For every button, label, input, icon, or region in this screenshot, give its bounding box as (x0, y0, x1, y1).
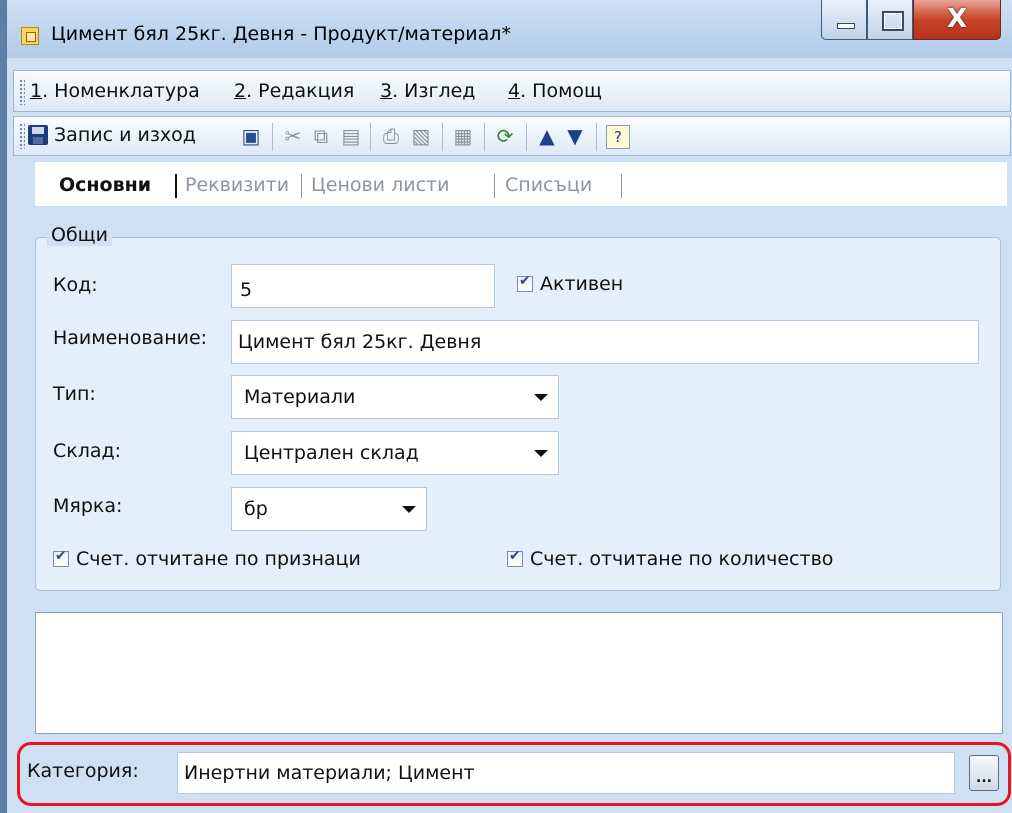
help-icon[interactable]: ? (606, 125, 630, 149)
type-dropdown[interactable]: Материали (231, 375, 559, 419)
menu-edit[interactable]: 2. Редакция (234, 80, 354, 102)
save-and-exit-label: Запис и изход (54, 124, 196, 146)
chevron-down-icon (402, 506, 416, 513)
arrow-up-icon[interactable]: ▲ (536, 125, 558, 147)
tab-main[interactable]: Основни (59, 174, 151, 196)
unit-label: Мярка: (53, 495, 123, 517)
minimize-icon (837, 23, 855, 29)
toolbar-separator (526, 123, 527, 151)
cut-icon[interactable]: ✂ (282, 125, 304, 147)
category-field[interactable]: Инертни материали; Цимент (177, 752, 955, 794)
app-icon (21, 27, 39, 45)
close-button[interactable]: X (913, 0, 1001, 40)
tab-lists[interactable]: Списъци (505, 174, 592, 196)
menu-bar: 1. Номенклатура 2. Редакция 3. Изглед 4.… (13, 70, 1011, 112)
save-icon (28, 125, 48, 145)
toolbar-separator (596, 123, 597, 151)
checkbox-icon (507, 548, 523, 567)
save-icon[interactable]: ▣ (240, 125, 262, 147)
tab-separator (621, 174, 622, 198)
save-and-exit-button[interactable]: Запис и изход (28, 124, 196, 146)
caption-buttons: X (821, 0, 1001, 42)
window-title: Цимент бял 25кг. Девня - Продукт/материа… (51, 23, 511, 45)
title-bar[interactable]: Цимент бял 25кг. Девня - Продукт/материа… (7, 0, 1012, 58)
maximize-icon (882, 11, 904, 31)
menu-key: 3 (380, 80, 393, 102)
tab-separator (301, 174, 302, 198)
paste-icon[interactable]: ▤ (340, 125, 362, 147)
chevron-down-icon (534, 394, 548, 401)
acc-by-attributes-label: Счет. отчитане по признаци (76, 548, 361, 570)
acc-by-quantity-label: Счет. отчитане по количество (530, 548, 834, 570)
toolbar-separator (442, 123, 443, 151)
print-preview-icon[interactable]: ▧ (410, 125, 432, 147)
menu-help[interactable]: 4. Помощ (508, 80, 602, 102)
product-window: Цимент бял 25кг. Девня - Продукт/материа… (6, 0, 1012, 813)
warehouse-value: Централен склад (244, 442, 419, 464)
menu-nomenclature[interactable]: 1. Номенклатура (30, 80, 200, 102)
general-group-title: Общи (47, 224, 112, 246)
maximize-button[interactable] (867, 0, 913, 40)
menu-key: 4 (508, 80, 521, 102)
menu-key: 1 (30, 80, 43, 102)
tab-strip: Основни Реквизити Ценови листи Списъци (35, 162, 1007, 206)
acc-by-quantity-checkbox[interactable]: Счет. отчитане по количество (507, 548, 833, 570)
toolbar-grip-icon[interactable] (19, 123, 25, 149)
toolbar-separator (370, 123, 371, 151)
category-browse-button[interactable]: ... (969, 755, 999, 791)
name-field[interactable]: Цимент бял 25кг. Девня (231, 320, 979, 364)
menu-label: . Редакция (246, 80, 355, 102)
menu-label: . Изглед (392, 80, 476, 102)
refresh-icon[interactable]: ⟳ (494, 125, 516, 147)
warehouse-label: Склад: (53, 440, 122, 462)
menu-key: 2 (234, 80, 247, 102)
arrow-down-icon[interactable]: ▼ (564, 125, 586, 147)
active-checkbox[interactable]: Активен (517, 273, 623, 295)
type-value: Материали (244, 386, 356, 408)
code-field[interactable]: 5 (231, 264, 495, 308)
notes-textarea[interactable] (35, 612, 1003, 734)
close-icon: X (946, 4, 968, 34)
tab-requisites[interactable]: Реквизити (185, 174, 289, 196)
toolbar-separator (484, 123, 485, 151)
checkbox-icon (53, 548, 69, 567)
tab-price-lists[interactable]: Ценови листи (311, 174, 449, 196)
chevron-down-icon (534, 450, 548, 457)
copy-icon[interactable]: ⧉ (310, 125, 332, 147)
toolbar: Запис и изход ▣ ✂ ⧉ ▤ ⎙ ▧ ▦ ⟳ ▲ ▼ ? (13, 116, 1011, 156)
menu-grip-icon[interactable] (19, 79, 25, 105)
warehouse-dropdown[interactable]: Централен склад (231, 431, 559, 475)
menu-label: . Помощ (520, 80, 602, 102)
name-label: Наименование: (53, 327, 208, 349)
minimize-button[interactable] (821, 0, 867, 40)
menu-view[interactable]: 3. Изглед (380, 80, 475, 102)
unit-dropdown[interactable]: бр (231, 487, 427, 531)
code-label: Код: (53, 274, 98, 296)
print-icon[interactable]: ⎙ (380, 125, 402, 147)
acc-by-attributes-checkbox[interactable]: Счет. отчитане по признаци (53, 548, 361, 570)
unit-value: бр (244, 498, 268, 520)
toolbar-separator (272, 123, 273, 151)
category-label: Категория: (27, 760, 139, 782)
calculator-icon[interactable]: ▦ (452, 125, 474, 147)
menu-label: . Номенклатура (42, 80, 200, 102)
active-label: Активен (540, 273, 624, 295)
type-label: Тип: (53, 383, 96, 405)
tab-separator (175, 174, 177, 198)
checkbox-icon (517, 273, 533, 292)
tab-separator (494, 174, 495, 198)
